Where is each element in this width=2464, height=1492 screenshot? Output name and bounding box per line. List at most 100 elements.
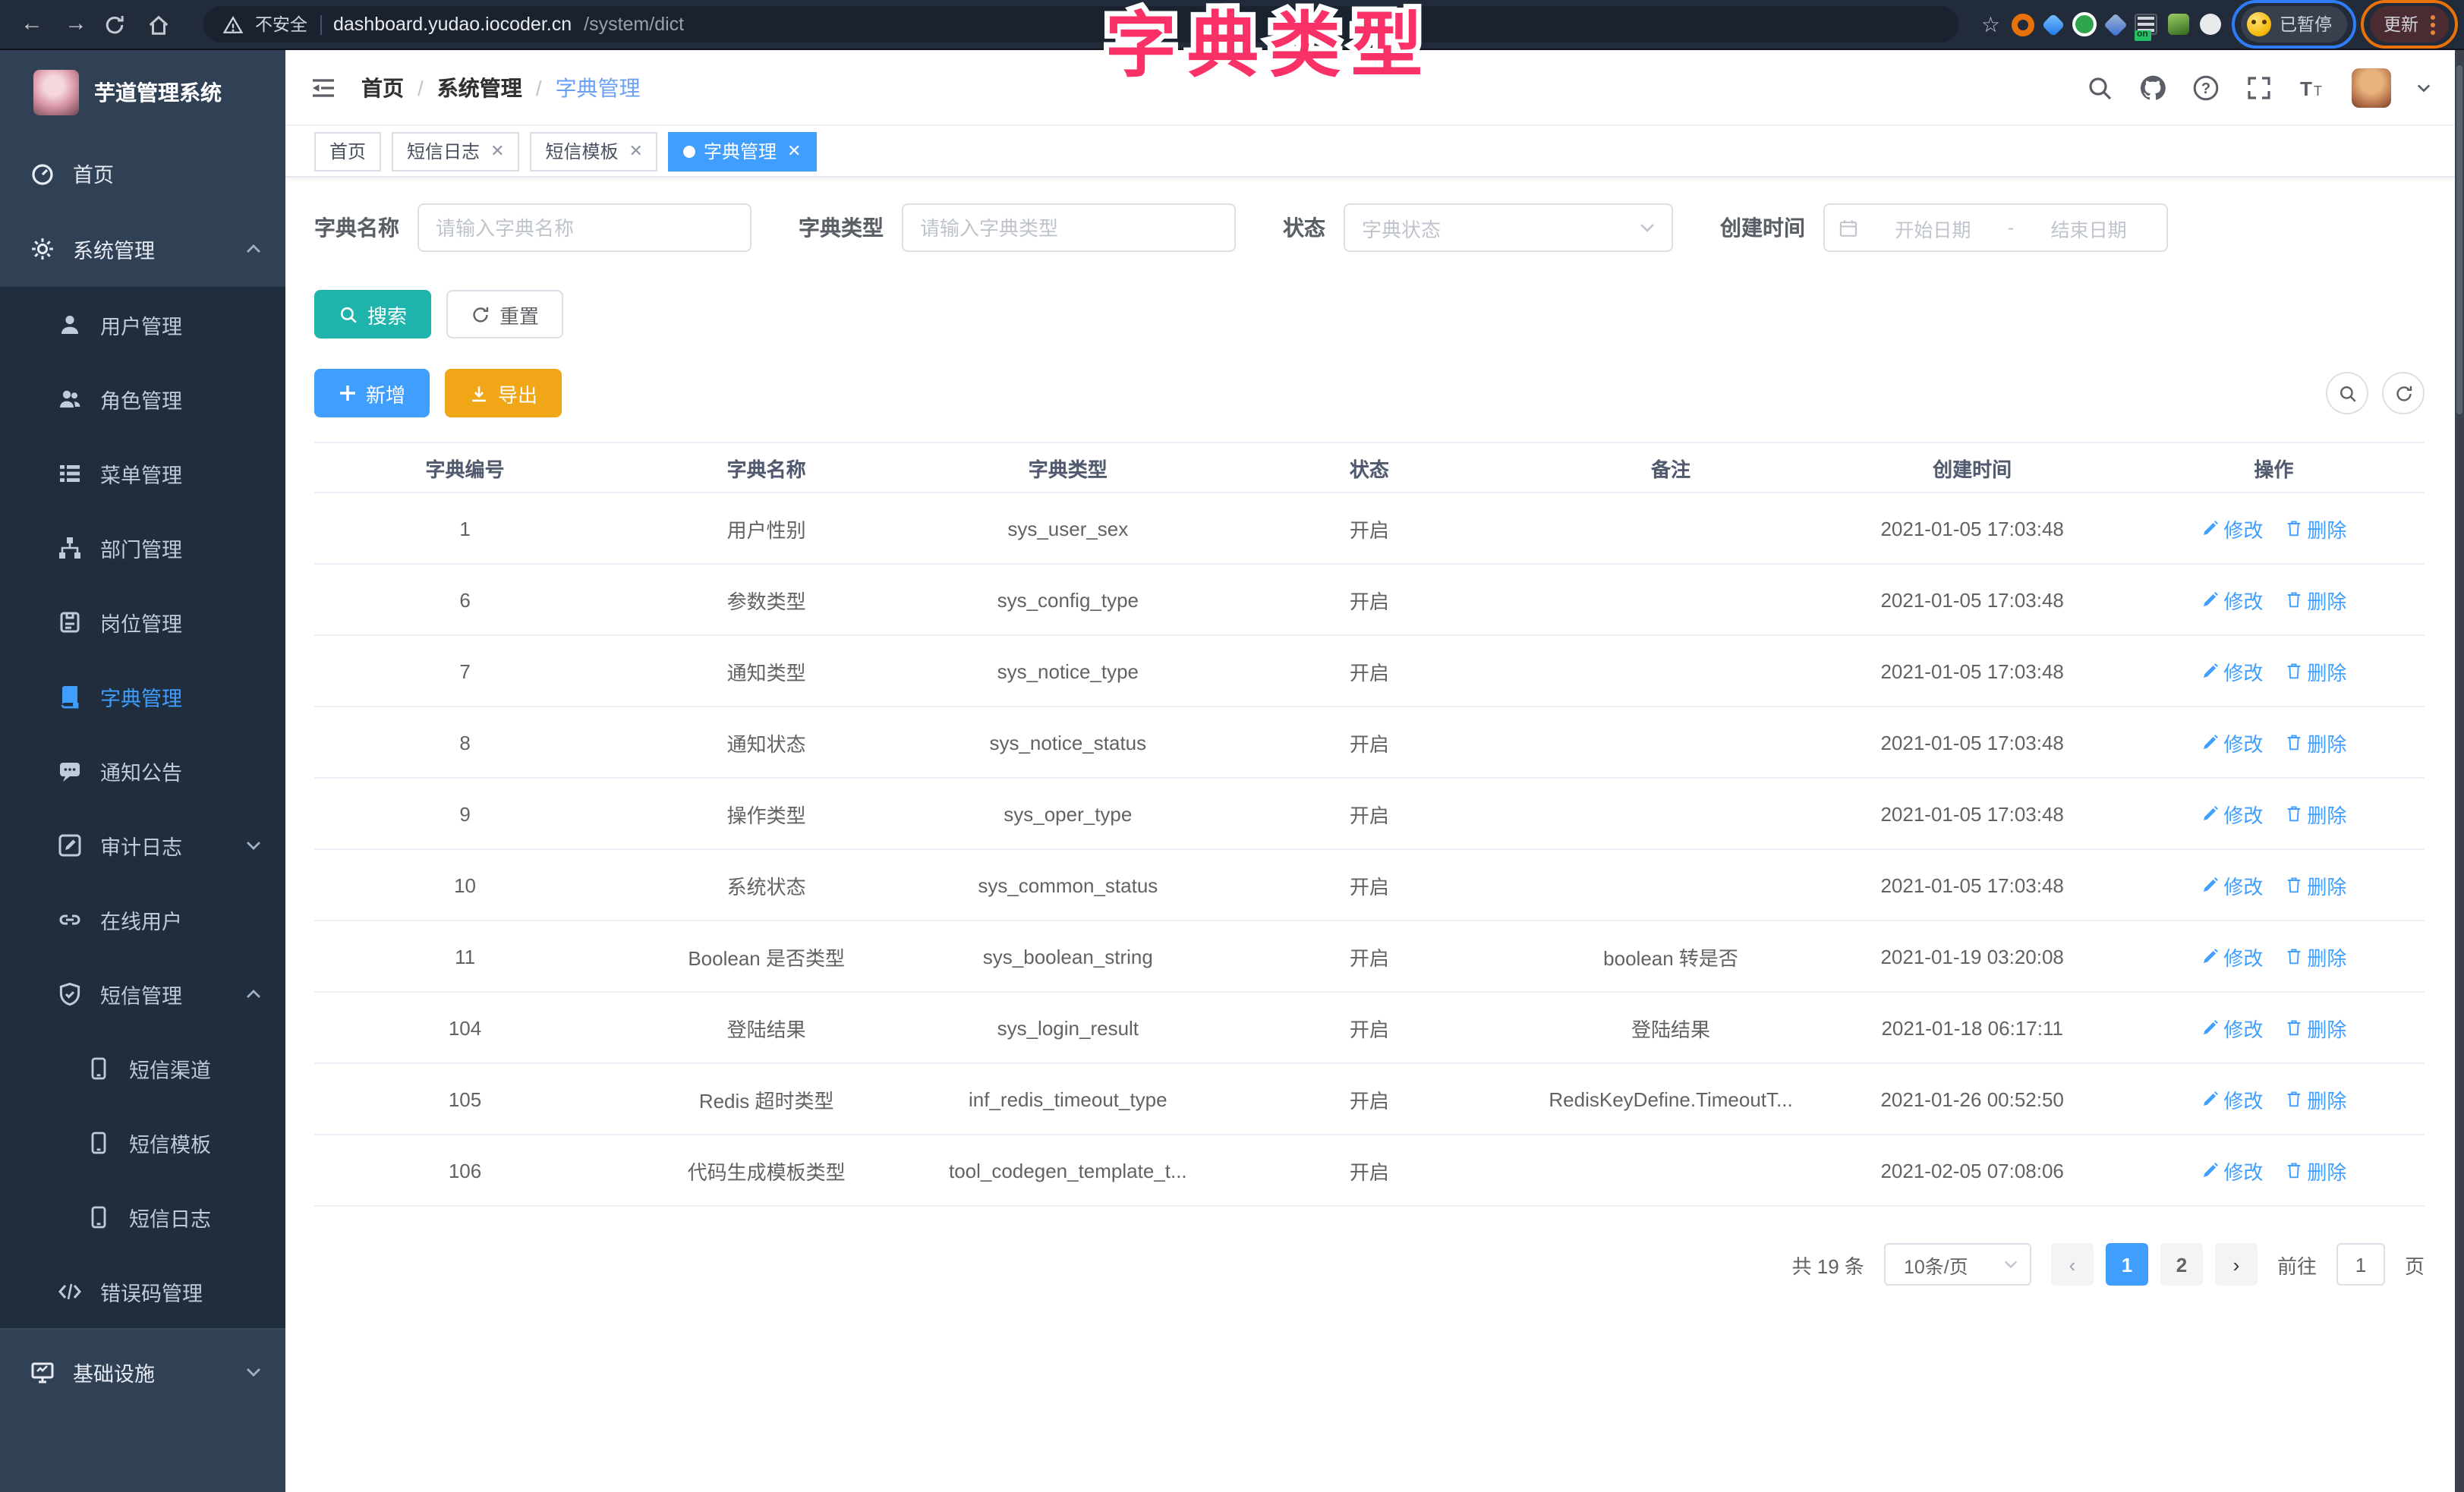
edit-link[interactable]: 修改 xyxy=(2201,1084,2263,1113)
sidebar-item-depts[interactable]: 部门管理 xyxy=(0,510,285,584)
cell-type-link[interactable]: tool_codegen_template_t... xyxy=(917,1135,1218,1206)
fullscreen-icon[interactable] xyxy=(2245,74,2273,101)
help-icon[interactable]: ? xyxy=(2192,74,2220,101)
cell-type-link[interactable]: sys_notice_type xyxy=(917,635,1218,707)
browser-home-icon[interactable] xyxy=(147,13,181,36)
user-avatar[interactable] xyxy=(2352,68,2391,107)
prev-page-button[interactable]: ‹ xyxy=(2051,1243,2094,1286)
browser-update-button[interactable]: 更新 xyxy=(2370,6,2449,42)
tag-sms-template[interactable]: 短信模板 ✕ xyxy=(531,131,658,171)
close-icon[interactable]: ✕ xyxy=(490,141,504,161)
edit-link[interactable]: 修改 xyxy=(2201,942,2263,971)
browser-back-icon[interactable]: ← xyxy=(15,8,49,41)
search-button[interactable]: 搜索 xyxy=(314,290,431,338)
table-row[interactable]: 104登陆结果sys_login_result开启登陆结果2021-01-18 … xyxy=(314,992,2425,1063)
status-select[interactable]: 字典状态 xyxy=(1344,203,1673,252)
tag-dict-active[interactable]: 字典管理 ✕ xyxy=(669,131,816,171)
browser-profile-chip[interactable]: 已暂停 xyxy=(2240,6,2347,42)
extension-icon-4[interactable] xyxy=(2103,12,2126,36)
edit-link[interactable]: 修改 xyxy=(2201,656,2263,685)
close-icon[interactable]: ✕ xyxy=(787,141,801,161)
toggle-search-button[interactable] xyxy=(2326,372,2368,414)
table-row[interactable]: 7通知类型sys_notice_type开启2021-01-05 17:03:4… xyxy=(314,635,2425,707)
dict-type-input[interactable] xyxy=(902,203,1236,252)
sidebar-item-sms-log[interactable]: 短信日志 xyxy=(0,1179,285,1254)
table-row[interactable]: 105Redis 超时类型inf_redis_timeout_type开启Red… xyxy=(314,1063,2425,1135)
table-row[interactable]: 9操作类型sys_oper_type开启2021-01-05 17:03:48修… xyxy=(314,778,2425,849)
refresh-button[interactable] xyxy=(2382,372,2425,414)
page-size-select[interactable]: 10条/页 xyxy=(1884,1243,2031,1286)
sidebar-item-sms-channel[interactable]: 短信渠道 xyxy=(0,1031,285,1105)
sidebar-item-posts[interactable]: 岗位管理 xyxy=(0,584,285,659)
sidebar-item-sms-template[interactable]: 短信模板 xyxy=(0,1105,285,1179)
cell-type-link[interactable]: sys_oper_type xyxy=(917,778,1218,849)
sidebar-item-notice[interactable]: 通知公告 xyxy=(0,733,285,807)
extension-icon-6[interactable] xyxy=(2167,14,2188,35)
cell-type-link[interactable]: sys_boolean_string xyxy=(917,921,1218,992)
page-button-1[interactable]: 1 xyxy=(2106,1243,2148,1286)
delete-link[interactable]: 删除 xyxy=(2284,799,2346,828)
sidebar-item-home[interactable]: 首页 xyxy=(0,135,285,211)
close-icon[interactable]: ✕ xyxy=(629,141,643,161)
extension-icon-5[interactable]: on xyxy=(2134,14,2157,35)
tag-home[interactable]: 首页 xyxy=(314,131,381,171)
table-row[interactable]: 11Boolean 是否类型sys_boolean_string开启boolea… xyxy=(314,921,2425,992)
table-row[interactable]: 10系统状态sys_common_status开启2021-01-05 17:0… xyxy=(314,849,2425,921)
font-size-icon[interactable]: TT xyxy=(2299,74,2326,101)
browser-reload-icon[interactable] xyxy=(103,13,137,36)
tag-sms-log[interactable]: 短信日志 ✕ xyxy=(392,131,519,171)
avatar-caret-icon[interactable] xyxy=(2417,83,2431,92)
delete-link[interactable]: 删除 xyxy=(2284,656,2346,685)
sidebar-item-infrastructure[interactable]: 基础设施 xyxy=(0,1330,285,1415)
sidebar-item-audit-log[interactable]: 审计日志 xyxy=(0,807,285,882)
header-search-icon[interactable] xyxy=(2086,74,2113,101)
extension-icon-7[interactable] xyxy=(2199,14,2220,35)
cell-type-link[interactable]: sys_common_status xyxy=(917,849,1218,921)
sidebar-item-roles[interactable]: 角色管理 xyxy=(0,361,285,436)
browser-forward-icon[interactable]: → xyxy=(59,8,93,41)
edit-link[interactable]: 修改 xyxy=(2201,1156,2263,1185)
edit-link[interactable]: 修改 xyxy=(2201,799,2263,828)
sidebar-item-sms[interactable]: 短信管理 xyxy=(0,956,285,1031)
window-scrollbar[interactable] xyxy=(2455,50,2464,1492)
cell-type-link[interactable]: sys_user_sex xyxy=(917,493,1218,564)
date-range-picker[interactable]: 开始日期 - 结束日期 xyxy=(1823,203,2168,252)
page-button-2[interactable]: 2 xyxy=(2160,1243,2203,1286)
sidebar-item-users[interactable]: 用户管理 xyxy=(0,287,285,361)
sidebar-item-system[interactable]: 系统管理 xyxy=(0,211,285,287)
table-row[interactable]: 1用户性别sys_user_sex开启2021-01-05 17:03:48修改… xyxy=(314,493,2425,564)
sidebar-item-dict[interactable]: 字典管理 xyxy=(0,659,285,733)
edit-link[interactable]: 修改 xyxy=(2201,870,2263,899)
add-button[interactable]: 新增 xyxy=(314,369,430,417)
cell-type-link[interactable]: sys_notice_status xyxy=(917,707,1218,778)
cell-type-link[interactable]: sys_login_result xyxy=(917,992,1218,1063)
export-button[interactable]: 导出 xyxy=(445,369,562,417)
delete-link[interactable]: 删除 xyxy=(2284,585,2346,614)
table-row[interactable]: 6参数类型sys_config_type开启2021-01-05 17:03:4… xyxy=(314,564,2425,635)
edit-link[interactable]: 修改 xyxy=(2201,514,2263,543)
cell-type-link[interactable]: inf_redis_timeout_type xyxy=(917,1063,1218,1135)
reset-button[interactable]: 重置 xyxy=(446,290,563,338)
extension-icon-1[interactable] xyxy=(2011,13,2034,36)
extension-icon-2[interactable] xyxy=(2040,12,2064,36)
edit-link[interactable]: 修改 xyxy=(2201,728,2263,757)
goto-page-input[interactable] xyxy=(2336,1243,2385,1286)
delete-link[interactable]: 删除 xyxy=(2284,1156,2346,1185)
sidebar-item-online-users[interactable]: 在线用户 xyxy=(0,882,285,956)
edit-link[interactable]: 修改 xyxy=(2201,1013,2263,1042)
address-bar[interactable]: 不安全 dashboard.yudao.iocoder.cn/system/di… xyxy=(203,6,1958,42)
breadcrumb-home[interactable]: 首页 xyxy=(361,72,404,102)
delete-link[interactable]: 删除 xyxy=(2284,514,2346,543)
bookmark-star-icon[interactable]: ☆ xyxy=(1981,11,2000,37)
breadcrumb-system[interactable]: 系统管理 xyxy=(437,72,522,102)
table-row[interactable]: 8通知状态sys_notice_status开启2021-01-05 17:03… xyxy=(314,707,2425,778)
sidebar-item-menus[interactable]: 菜单管理 xyxy=(0,436,285,510)
sidebar-item-error-codes[interactable]: 错误码管理 xyxy=(0,1254,285,1328)
browser-menu-icon[interactable] xyxy=(2431,14,2435,34)
table-row[interactable]: 106代码生成模板类型tool_codegen_template_t...开启2… xyxy=(314,1135,2425,1206)
next-page-button[interactable]: › xyxy=(2215,1243,2258,1286)
delete-link[interactable]: 删除 xyxy=(2284,870,2346,899)
delete-link[interactable]: 删除 xyxy=(2284,1084,2346,1113)
delete-link[interactable]: 删除 xyxy=(2284,728,2346,757)
github-icon[interactable] xyxy=(2139,74,2166,101)
